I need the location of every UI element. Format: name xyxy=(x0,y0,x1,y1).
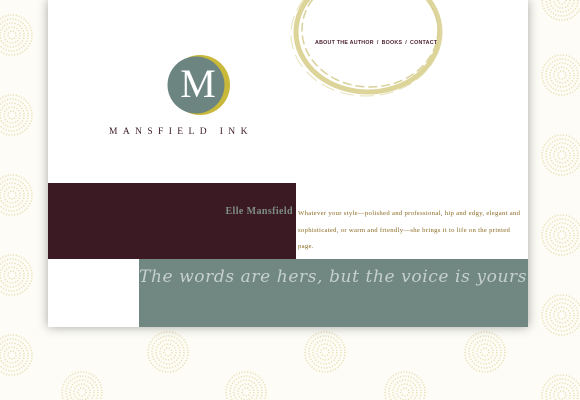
main-nav: ABOUT THE AUTHOR / BOOKS / CONTACT xyxy=(315,40,437,46)
nav-contact-link[interactable]: CONTACT xyxy=(410,40,437,46)
author-name-panel: Elle Mansfield xyxy=(48,183,296,259)
brush-ring-decoration xyxy=(290,0,443,97)
brand-wordmark: MANSFIELD INK xyxy=(109,127,253,137)
nav-about-link[interactable]: ABOUT THE AUTHOR xyxy=(315,40,374,46)
tagline-band: The words are hers, but the voice is you… xyxy=(139,259,528,327)
logo-letter: M xyxy=(180,61,216,106)
nav-separator: / xyxy=(376,40,379,46)
intro-text: Whatever your style—polished and profess… xyxy=(298,210,521,250)
tagline: The words are hers, but the voice is you… xyxy=(139,267,528,287)
author-name: Elle Mansfield xyxy=(225,206,293,217)
nav-books-link[interactable]: BOOKS xyxy=(382,40,403,46)
site-page: ABOUT THE AUTHOR / BOOKS / CONTACT M MANSFIE… xyxy=(48,0,528,327)
nav-separator: / xyxy=(405,40,407,46)
